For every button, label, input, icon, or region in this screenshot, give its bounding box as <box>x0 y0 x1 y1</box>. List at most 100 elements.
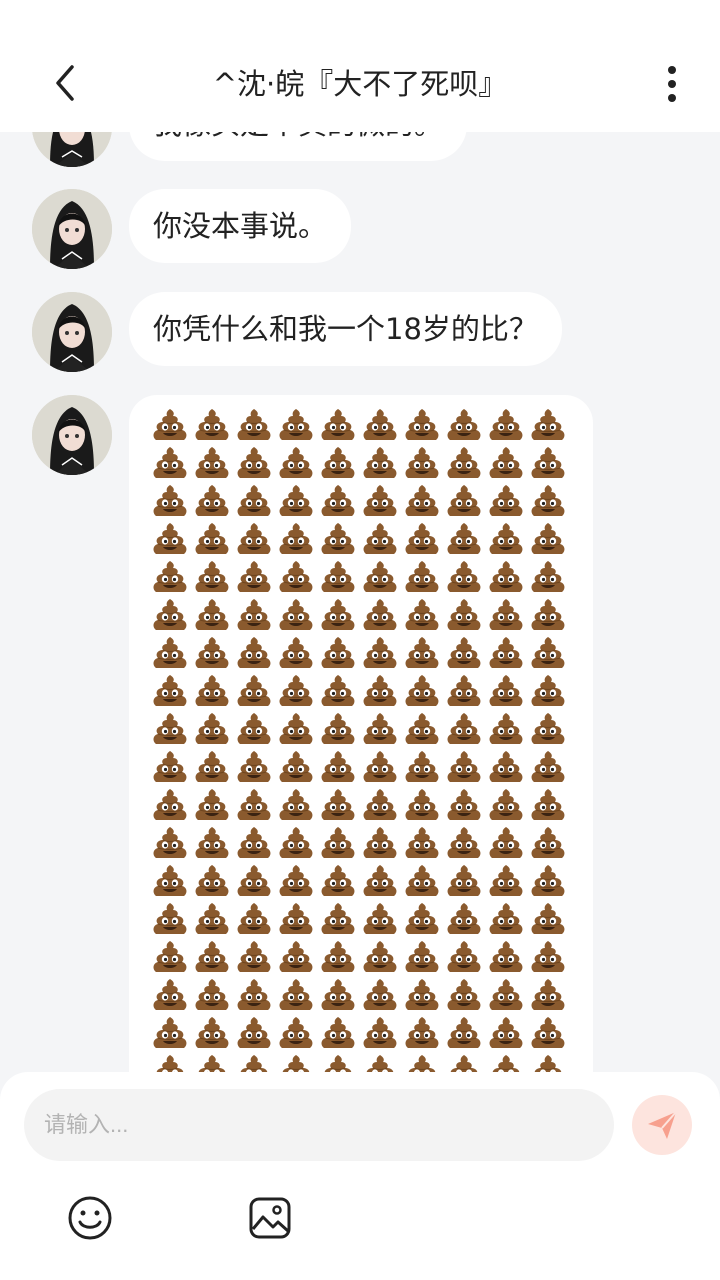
pile-of-poo-icon <box>487 635 529 673</box>
pile-of-poo-icon <box>445 445 487 483</box>
avatar[interactable] <box>32 292 112 372</box>
pile-of-poo-icon <box>361 901 403 939</box>
pile-of-poo-icon <box>361 977 403 1015</box>
emoji-grid <box>151 407 581 1091</box>
message-bubble[interactable]: 你没本事说。 <box>129 189 352 263</box>
pile-of-poo-icon <box>445 483 487 521</box>
more-options-button[interactable] <box>652 62 692 106</box>
pile-of-poo-icon <box>193 711 235 749</box>
pile-of-poo-icon <box>445 711 487 749</box>
pile-of-poo-icon <box>361 445 403 483</box>
pile-of-poo-icon <box>445 977 487 1015</box>
top-bar: ^沈·皖『大不了死呗』 <box>0 0 720 132</box>
pile-of-poo-icon <box>193 559 235 597</box>
pile-of-poo-icon <box>319 825 361 863</box>
pile-of-poo-icon <box>487 977 529 1015</box>
pile-of-poo-icon <box>277 939 319 977</box>
message-bubble[interactable]: 你凭什么和我一个18岁的比？ <box>129 292 562 366</box>
pile-of-poo-icon <box>151 749 193 787</box>
pile-of-poo-icon <box>403 483 445 521</box>
send-button[interactable] <box>632 1095 692 1155</box>
pile-of-poo-icon <box>277 445 319 483</box>
pile-of-poo-icon <box>361 673 403 711</box>
pile-of-poo-icon <box>277 863 319 901</box>
pile-of-poo-icon <box>529 749 571 787</box>
pile-of-poo-icon <box>235 787 277 825</box>
pile-of-poo-icon <box>277 483 319 521</box>
emoji-message-bubble[interactable] <box>129 395 593 1095</box>
pile-of-poo-icon <box>361 711 403 749</box>
pile-of-poo-icon <box>151 559 193 597</box>
pile-of-poo-icon <box>277 407 319 445</box>
pile-of-poo-icon <box>361 559 403 597</box>
pile-of-poo-icon <box>403 977 445 1015</box>
pile-of-poo-icon <box>319 483 361 521</box>
pile-of-poo-icon <box>487 407 529 445</box>
pile-of-poo-icon <box>151 483 193 521</box>
pile-of-poo-icon <box>151 711 193 749</box>
pile-of-poo-icon <box>361 749 403 787</box>
pile-of-poo-icon <box>403 597 445 635</box>
pile-of-poo-icon <box>235 939 277 977</box>
pile-of-poo-icon <box>277 749 319 787</box>
pile-of-poo-icon <box>529 1015 571 1053</box>
pile-of-poo-icon <box>445 597 487 635</box>
pile-of-poo-icon <box>529 939 571 977</box>
avatar[interactable] <box>32 395 112 475</box>
pile-of-poo-icon <box>487 597 529 635</box>
pile-of-poo-icon <box>235 407 277 445</box>
pile-of-poo-icon <box>193 445 235 483</box>
pile-of-poo-icon <box>445 901 487 939</box>
pile-of-poo-icon <box>403 939 445 977</box>
pile-of-poo-icon <box>487 825 529 863</box>
pile-of-poo-icon <box>529 787 571 825</box>
pile-of-poo-icon <box>529 445 571 483</box>
pile-of-poo-icon <box>445 749 487 787</box>
pile-of-poo-icon <box>151 407 193 445</box>
pile-of-poo-icon <box>151 445 193 483</box>
pile-of-poo-icon <box>277 635 319 673</box>
pile-of-poo-icon <box>361 483 403 521</box>
image-button[interactable] <box>246 1194 294 1242</box>
pile-of-poo-icon <box>403 407 445 445</box>
pile-of-poo-icon <box>319 863 361 901</box>
paper-plane-icon <box>648 1111 677 1139</box>
pile-of-poo-icon <box>193 483 235 521</box>
pile-of-poo-icon <box>319 749 361 787</box>
avatar[interactable] <box>32 189 112 269</box>
pile-of-poo-icon <box>151 635 193 673</box>
pile-of-poo-icon <box>529 977 571 1015</box>
pile-of-poo-icon <box>277 521 319 559</box>
pile-of-poo-icon <box>487 673 529 711</box>
message-input[interactable] <box>24 1089 614 1161</box>
pile-of-poo-icon <box>445 1015 487 1053</box>
pile-of-poo-icon <box>403 825 445 863</box>
pile-of-poo-icon <box>319 711 361 749</box>
emoji-button[interactable] <box>66 1194 114 1242</box>
pile-of-poo-icon <box>235 1015 277 1053</box>
pile-of-poo-icon <box>529 407 571 445</box>
pile-of-poo-icon <box>319 559 361 597</box>
message-text: 你没本事说。 <box>153 209 328 243</box>
pile-of-poo-icon <box>529 825 571 863</box>
pile-of-poo-icon <box>277 559 319 597</box>
image-icon <box>249 1197 291 1239</box>
pile-of-poo-icon <box>277 825 319 863</box>
pile-of-poo-icon <box>151 939 193 977</box>
pile-of-poo-icon <box>403 901 445 939</box>
pile-of-poo-icon <box>319 1015 361 1053</box>
pile-of-poo-icon <box>361 863 403 901</box>
pile-of-poo-icon <box>235 483 277 521</box>
back-button[interactable] <box>40 58 90 108</box>
pile-of-poo-icon <box>403 559 445 597</box>
pile-of-poo-icon <box>193 673 235 711</box>
pile-of-poo-icon <box>151 863 193 901</box>
pile-of-poo-icon <box>361 787 403 825</box>
pile-of-poo-icon <box>529 559 571 597</box>
pile-of-poo-icon <box>235 749 277 787</box>
chevron-left-icon <box>56 65 74 101</box>
pile-of-poo-icon <box>277 787 319 825</box>
pile-of-poo-icon <box>151 901 193 939</box>
pile-of-poo-icon <box>235 673 277 711</box>
message-text: 你凭什么和我一个18岁的比？ <box>153 312 538 346</box>
